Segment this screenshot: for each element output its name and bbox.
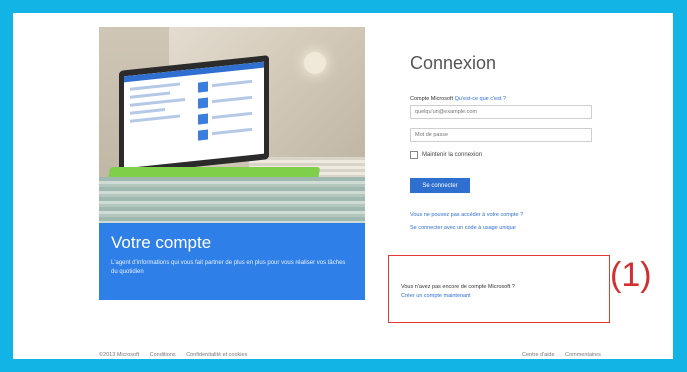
create-account-link[interactable]: Créer un compte maintenant <box>401 293 471 299</box>
email-field[interactable] <box>410 105 592 119</box>
what-is-link[interactable]: Qu'est-ce que c'est ? <box>455 96 506 102</box>
account-label-row: Compte Microsoft Qu'est-ce que c'est ? <box>410 96 506 102</box>
hero-title: Votre compte <box>111 233 212 252</box>
login-page: Votre compte L'agent d'informations qui … <box>13 13 673 359</box>
footer-left: ©2013 Microsoft Conditions Confidentiali… <box>99 352 256 358</box>
page-title: Connexion <box>410 53 497 73</box>
lamp-image <box>304 52 326 74</box>
books-stack <box>99 177 365 223</box>
terms-link[interactable]: Conditions <box>150 352 176 358</box>
feedback-link[interactable]: Commentaires <box>565 352 601 358</box>
keep-signed-in-row: Maintenir la connexion <box>410 151 482 159</box>
sign-in-button[interactable]: Se connecter <box>410 178 470 193</box>
single-use-code-link[interactable]: Se connecter avec un code à usage unique <box>410 225 516 231</box>
account-label: Compte Microsoft <box>410 96 454 102</box>
help-center-link[interactable]: Centre d'aide <box>522 352 555 358</box>
annotation-label: (1) <box>610 256 652 294</box>
keep-signed-in-label[interactable]: Maintenir la connexion <box>422 152 482 158</box>
footer-right: Centre d'aide Commentaires <box>513 352 601 358</box>
copyright-text: ©2013 Microsoft <box>99 352 140 358</box>
privacy-link[interactable]: Confidentialité et cookies <box>186 352 247 358</box>
cant-access-link[interactable]: Vous ne pouvez pas accéder à votre compt… <box>410 212 523 218</box>
keep-signed-in-checkbox[interactable] <box>410 151 418 159</box>
hero-description: L'agent d'informations qui vous fait par… <box>111 260 346 275</box>
hero-section: Votre compte L'agent d'informations qui … <box>99 27 365 300</box>
hero-panel: Votre compte L'agent d'informations qui … <box>99 223 365 300</box>
laptop-image <box>119 55 269 175</box>
password-field[interactable] <box>410 128 592 142</box>
hero-photo <box>99 27 365 223</box>
no-account-text: Vous n'avez pas encore de compte Microso… <box>401 284 515 290</box>
annotation-highlight-box: Vous n'avez pas encore de compte Microso… <box>388 255 610 323</box>
